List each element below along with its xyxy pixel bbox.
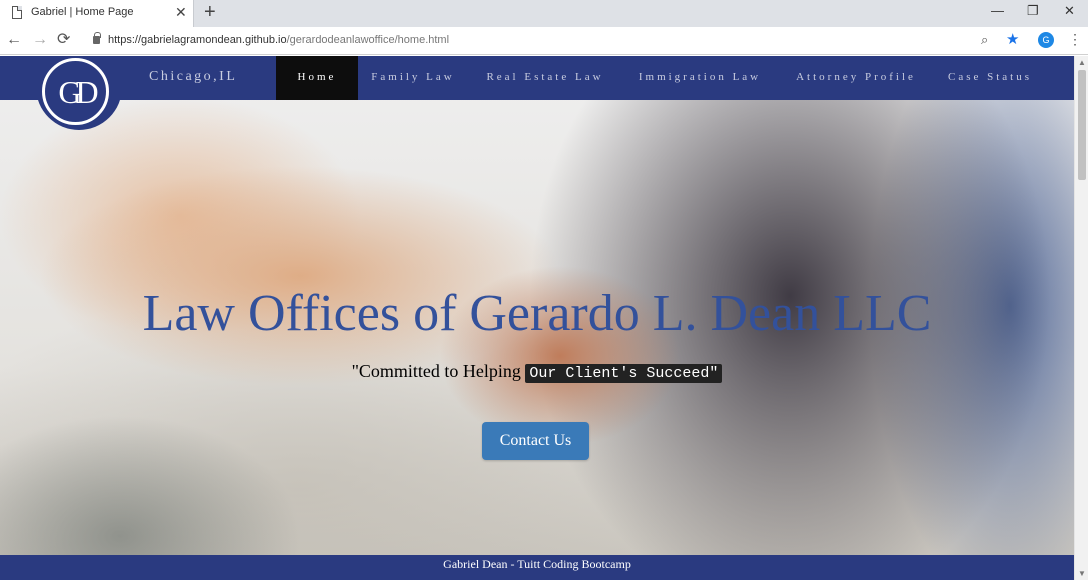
nav-item-real-estate-law[interactable]: Real Estate Law [478, 56, 612, 100]
contact-us-button[interactable]: Contact Us [482, 422, 589, 460]
forward-icon[interactable]: → [32, 31, 48, 49]
url-path: /gerardodeanlawoffice/home.html [286, 34, 450, 46]
nav-item-family-law[interactable]: Family Law [366, 56, 460, 100]
page-viewport: Chicago,IL Home Family Law Real Estate L… [0, 56, 1074, 580]
minimize-icon[interactable]: — [991, 3, 1004, 19]
window-close-icon[interactable]: ✕ [1064, 3, 1075, 19]
address-bar[interactable]: https://gabrielagramondean.github.io/ger… [108, 34, 449, 46]
browser-tab[interactable]: Gabriel | Home Page ✕ [0, 0, 194, 27]
menu-icon[interactable]: ⋮ [1068, 31, 1082, 47]
lock-icon[interactable] [93, 32, 101, 44]
browser-tabstrip: Gabriel | Home Page ✕ + — ❐ ✕ [0, 0, 1088, 27]
maximize-icon[interactable]: ❐ [1027, 3, 1039, 19]
tagline-highlight: Our Client's Succeed" [525, 364, 723, 383]
hero-title: Law Offices of Gerardo L. Dean LLC [142, 285, 932, 342]
reload-icon[interactable]: ⟳ [57, 31, 70, 49]
scroll-thumb[interactable] [1078, 70, 1086, 180]
browser-toolbar: ← → ⟳ https://gabrielagramondean.github.… [0, 27, 1088, 55]
url-host: https://gabrielagramondean.github.io [108, 34, 287, 46]
page-scrollbar[interactable]: ▲ ▼ [1074, 56, 1088, 580]
plus-icon[interactable]: + [204, 2, 216, 22]
footer-text: Gabriel Dean - Tuitt Coding Bootcamp [443, 557, 631, 571]
site-navbar: Chicago,IL Home Family Law Real Estate L… [0, 56, 1074, 100]
logo-monogram: GD [58, 74, 98, 110]
nav-item-home[interactable]: Home [276, 56, 358, 100]
back-icon[interactable]: ← [6, 31, 22, 49]
nav-item-case-status[interactable]: Case Status [942, 56, 1038, 100]
zoom-icon[interactable]: ⌕ [981, 32, 988, 48]
nav-location: Chicago,IL [149, 69, 238, 84]
hero-tagline: "Committed to Helping Our Client's Succe… [0, 360, 1074, 385]
logo-circle: GD [42, 58, 109, 125]
tagline-prefix: "Committed to Helping [351, 361, 526, 381]
scroll-down-icon[interactable]: ▼ [1078, 569, 1086, 578]
close-icon[interactable]: ✕ [175, 4, 187, 20]
star-icon[interactable]: ★ [1006, 30, 1019, 48]
nav-item-attorney-profile[interactable]: Attorney Profile [788, 56, 924, 100]
scroll-up-icon[interactable]: ▲ [1078, 58, 1086, 67]
site-footer: Gabriel Dean - Tuitt Coding Bootcamp [0, 555, 1074, 580]
page-icon [12, 6, 22, 19]
profile-avatar[interactable]: G [1038, 32, 1054, 48]
tab-title: Gabriel | Home Page [31, 6, 134, 18]
nav-item-immigration-law[interactable]: Immigration Law [630, 56, 770, 100]
